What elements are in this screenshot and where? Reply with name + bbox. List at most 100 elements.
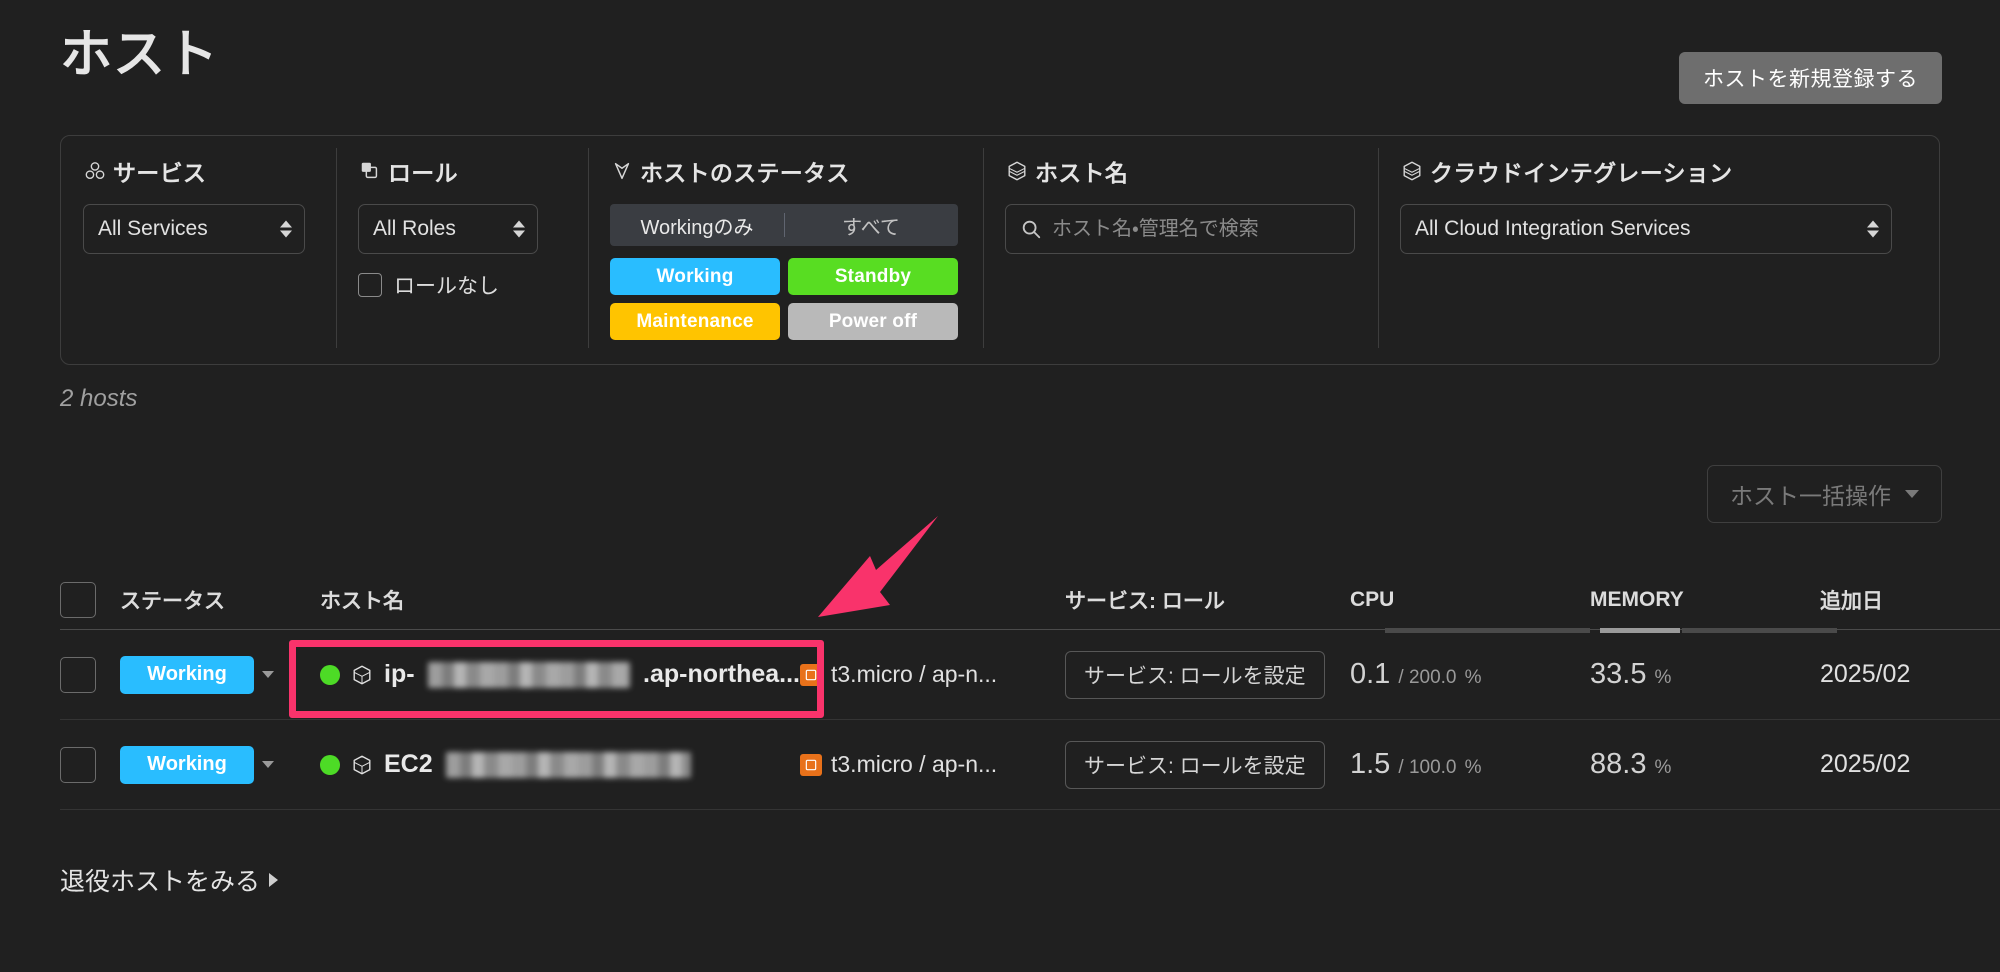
row-memory-cell: 33.5 % — [1590, 658, 1820, 691]
status-scope-segmented[interactable]: Workingのみ すべて — [610, 204, 958, 246]
role-select[interactable]: All Roles — [358, 204, 538, 254]
host-table: ステータス ホスト名 サービス: ロール CPU MEMORY 追加日 Work… — [60, 570, 2000, 810]
row-date-cell: 2025/02 — [1820, 660, 1911, 688]
status-icon — [610, 159, 634, 183]
chevron-updown-icon — [513, 220, 525, 238]
status-chip-grid: Working Standby Maintenance Power off — [610, 258, 958, 340]
cpu-value: 1.5 — [1350, 748, 1391, 780]
host-alive-dot-icon — [320, 754, 340, 775]
header-hostname: ホスト名 — [320, 589, 404, 613]
row-status-cell: Working — [120, 745, 320, 784]
header-memory: MEMORY — [1590, 587, 1684, 611]
aws-ec2-icon — [800, 753, 822, 776]
segment-working-only[interactable]: Workingのみ — [610, 204, 784, 246]
host-cube-icon — [351, 754, 373, 776]
chevron-down-icon — [1905, 490, 1919, 498]
memory-unit: % — [1654, 667, 1672, 688]
row-select-cell[interactable] — [60, 746, 120, 783]
row-checkbox[interactable] — [60, 746, 96, 783]
table-row[interactable]: Working ip- .ap-northea... t3.micro / ap… — [60, 630, 2000, 720]
filter-host-status: ホストのステータス Workingのみ すべて Working Standby … — [588, 136, 983, 364]
row-hostname-cell[interactable]: EC2 — [320, 750, 800, 779]
status-chip-power-off[interactable]: Power off — [788, 303, 958, 340]
header-cpu: CPU — [1350, 587, 1395, 611]
memory-unit: % — [1654, 757, 1672, 778]
host-cube-icon — [1400, 159, 1424, 183]
row-checkbox[interactable] — [60, 656, 96, 693]
filter-role-label: ロール — [358, 154, 566, 188]
row-status-cell: Working — [120, 655, 320, 694]
no-role-label: ロールなし — [394, 275, 499, 298]
row-date-cell: 2025/02 — [1820, 750, 1911, 778]
chevron-updown-icon — [1867, 220, 1879, 238]
memory-value: 33.5 — [1590, 658, 1647, 690]
filter-hostname-text: ホスト名 — [1035, 160, 1129, 186]
filter-service: サービス All Services — [61, 136, 336, 364]
row-cpu-cell: 1.5 / 100.0 % — [1350, 748, 1590, 781]
table-header-row: ステータス ホスト名 サービス: ロール CPU MEMORY 追加日 — [60, 570, 2000, 630]
filter-cloud-integration-label: クラウドインテグレーション — [1400, 154, 1916, 188]
filter-hostname-label: ホスト名 — [1005, 154, 1356, 188]
filter-cloud-integration-text: クラウドインテグレーション — [1430, 160, 1733, 186]
role-icon — [358, 159, 382, 183]
cpu-max: / 100.0 — [1398, 757, 1457, 778]
hostname-redacted — [445, 751, 691, 778]
row-service-role-cell: サービス: ロールを設定 — [1065, 650, 1350, 699]
host-alive-dot-icon — [320, 664, 340, 685]
service-icon — [83, 159, 107, 183]
row-hostname-cell[interactable]: ip- .ap-northea... — [320, 660, 800, 689]
hostname-prefix: EC2 — [384, 750, 433, 778]
status-dropdown-icon[interactable] — [262, 671, 274, 678]
search-icon — [1020, 218, 1042, 240]
filter-service-text: サービス — [113, 160, 207, 186]
no-role-checkbox-row[interactable]: ロールなし — [358, 270, 566, 300]
segment-all[interactable]: すべて — [784, 204, 958, 246]
filter-host-status-text: ホストのステータス — [640, 160, 850, 186]
no-role-checkbox[interactable] — [358, 273, 382, 297]
cloud-integration-select[interactable]: All Cloud Integration Services — [1400, 204, 1892, 254]
cpu-value: 0.1 — [1350, 658, 1391, 690]
hostname-search-input[interactable] — [1052, 217, 1342, 241]
cpu-max: / 200.0 — [1398, 667, 1457, 688]
row-cloud-cell[interactable]: t3.micro / ap-n... — [800, 661, 1065, 688]
header-date: 追加日 — [1820, 589, 1883, 613]
header-service-role: サービス: ロール — [1065, 589, 1225, 613]
memory-value: 88.3 — [1590, 748, 1647, 780]
status-dropdown-icon[interactable] — [262, 761, 274, 768]
status-badge[interactable]: Working — [120, 745, 254, 784]
hostname-redacted — [427, 661, 631, 688]
filter-panel: サービス All Services ロール All Roles ロールなし ホス… — [60, 135, 1940, 365]
set-service-role-button[interactable]: サービス: ロールを設定 — [1065, 740, 1325, 789]
cloud-instance-label: t3.micro / ap-n... — [831, 661, 998, 687]
status-chip-standby[interactable]: Standby — [788, 258, 958, 295]
host-cube-icon — [351, 664, 373, 686]
page-title: ホスト — [60, 26, 220, 84]
row-select-cell[interactable] — [60, 656, 120, 693]
bulk-operations-button[interactable]: ホスト一括操作 — [1707, 465, 1942, 523]
service-select[interactable]: All Services — [83, 204, 305, 254]
status-chip-maintenance[interactable]: Maintenance — [610, 303, 780, 340]
table-row[interactable]: Working EC2 t3.micro / ap-n... サービス: ロール… — [60, 720, 2000, 810]
row-memory-cell: 88.3 % — [1590, 748, 1820, 781]
retired-hosts-link[interactable]: 退役ホストをみる — [60, 862, 279, 898]
filter-cloud-integration: クラウドインテグレーション All Cloud Integration Serv… — [1378, 136, 1938, 364]
select-all-checkbox[interactable] — [60, 581, 96, 618]
select-all-cell[interactable] — [60, 581, 120, 618]
page-header: ホスト ホストを新規登録する — [0, 0, 2000, 120]
register-host-button[interactable]: ホストを新規登録する — [1679, 52, 1942, 104]
status-chip-working[interactable]: Working — [610, 258, 780, 295]
hostname-search-box[interactable] — [1005, 204, 1355, 254]
row-cloud-cell[interactable]: t3.micro / ap-n... — [800, 751, 1065, 778]
set-service-role-button[interactable]: サービス: ロールを設定 — [1065, 650, 1325, 699]
aws-ec2-icon — [800, 663, 822, 686]
filter-host-status-label: ホストのステータス — [610, 154, 961, 188]
row-service-role-cell: サービス: ロールを設定 — [1065, 740, 1350, 789]
status-badge[interactable]: Working — [120, 655, 254, 694]
filter-service-label: サービス — [83, 154, 314, 188]
header-status: ステータス — [120, 589, 225, 613]
cloud-integration-select-value: All Cloud Integration Services — [1415, 217, 1691, 240]
hostname-prefix: ip- — [384, 660, 415, 688]
host-count: 2 hosts — [60, 385, 138, 412]
hostname-suffix: .ap-northea... — [643, 660, 800, 688]
role-select-value: All Roles — [373, 217, 456, 240]
